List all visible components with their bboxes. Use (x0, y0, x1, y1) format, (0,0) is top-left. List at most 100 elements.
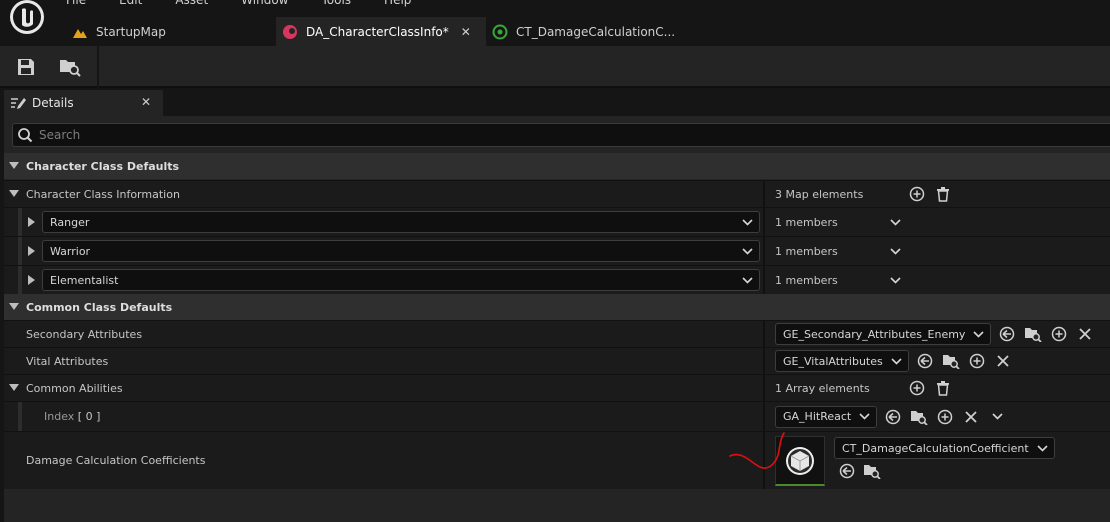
map-key-label: Warrior (50, 244, 91, 258)
menu-window[interactable]: Window (241, 0, 288, 8)
menu-asset[interactable]: Asset (175, 0, 208, 8)
indent-guide (18, 402, 22, 431)
use-selected-arrow-icon (917, 353, 932, 369)
category-character-class-defaults[interactable]: Character Class Defaults (4, 153, 1110, 179)
add-element-button[interactable] (907, 184, 927, 204)
document-tabs: StartupMap DA_CharacterClassInfo* ✕ CT_D… (66, 17, 686, 46)
clear-button[interactable] (961, 407, 981, 427)
property-common-abilities: Common Abilities 1 Array elements (4, 374, 1110, 401)
property-value: 3 Map elements (775, 184, 953, 204)
browse-folder-icon (1025, 328, 1043, 342)
column-divider (763, 402, 765, 431)
clear-elements-button[interactable] (933, 378, 953, 398)
asset-picker-combo[interactable]: CT_DamageCalculationCoefficient (834, 437, 1055, 459)
chevron-down-icon (973, 330, 985, 338)
property-value: GA_HitReact (775, 405, 1007, 428)
class-picker-combo[interactable]: GE_VitalAttributes (775, 350, 909, 372)
column-divider (763, 375, 765, 401)
map-key-label: Ranger (50, 215, 90, 229)
toolbar-separator (97, 46, 99, 88)
expand-members-button[interactable] (885, 241, 905, 261)
property-value: 1 members (775, 241, 905, 261)
element-options-button[interactable] (987, 407, 1007, 427)
tab-label: DA_CharacterClassInfo* (306, 24, 449, 39)
add-button[interactable] (967, 351, 987, 371)
map-key-combo[interactable]: Warrior (42, 240, 760, 262)
cube-icon (786, 446, 814, 475)
use-selected-arrow-icon (1000, 326, 1015, 342)
array-element-count: 1 Array elements (775, 381, 870, 395)
members-count: 1 members (775, 273, 838, 287)
asset-picker-label: CT_DamageCalculationCoefficient (842, 441, 1029, 455)
chevron-down-icon[interactable] (9, 188, 19, 201)
menu-file[interactable]: File (66, 0, 86, 8)
clear-button[interactable] (1075, 324, 1095, 344)
class-picker-combo[interactable]: GE_Secondary_Attributes_Enemy (775, 323, 992, 345)
plus-circle-icon (1052, 326, 1067, 342)
column-divider (763, 237, 765, 265)
use-selected-button[interactable] (997, 324, 1017, 344)
add-button[interactable] (935, 407, 955, 427)
browse-button[interactable] (909, 407, 929, 427)
class-picker-combo[interactable]: GA_HitReact (775, 405, 878, 428)
chevron-down-icon[interactable] (9, 382, 19, 395)
use-selected-arrow-icon (885, 409, 901, 424)
array-entry-index-0: Index [ 0 ] GA_HitReact (4, 401, 1110, 431)
browse-to-asset-button[interactable] (57, 55, 83, 79)
asset-thumbnail[interactable] (775, 436, 825, 486)
map-key-combo[interactable]: Elementalist (42, 269, 760, 291)
property-label: Vital Attributes (26, 354, 109, 368)
index-number: [ 0 ] (77, 410, 101, 423)
category-label: Character Class Defaults (26, 159, 180, 173)
expand-members-button[interactable] (885, 212, 905, 232)
tab-ct-damagecalculation[interactable]: CT_DamageCalculationC... (486, 17, 686, 46)
map-entry-elementalist: Elementalist 1 members (4, 265, 1110, 294)
property-label: Secondary Attributes (26, 327, 143, 341)
search-icon (18, 128, 33, 143)
browse-button[interactable] (1023, 324, 1043, 344)
menu-edit[interactable]: Edit (119, 0, 142, 8)
category-common-class-defaults[interactable]: Common Class Defaults (4, 294, 1110, 320)
chevron-right-icon[interactable] (25, 217, 37, 227)
add-element-button[interactable] (907, 378, 927, 398)
browse-button[interactable] (941, 351, 961, 371)
map-key-combo[interactable]: Ranger (42, 211, 760, 233)
expand-members-button[interactable] (885, 270, 905, 290)
asset-toolbar (0, 46, 1110, 88)
unreal-logo-icon[interactable] (7, 0, 47, 40)
use-selected-button[interactable] (883, 407, 903, 427)
members-count: 1 members (775, 244, 838, 258)
category-label: Common Class Defaults (26, 300, 173, 314)
title-bar: File Edit Asset Window Tools Help Startu… (0, 0, 1110, 46)
close-icon[interactable]: ✕ (461, 25, 471, 39)
property-damage-calculation-coefficients: Damage Calculation Coefficients CT_Damag… (4, 431, 1110, 489)
clear-button[interactable] (993, 351, 1013, 371)
use-selected-button[interactable] (837, 461, 857, 481)
details-tab-bar: Details ✕ (0, 90, 1110, 116)
class-picker-label: GA_HitReact (783, 410, 852, 423)
tab-da-characterclassinfo[interactable]: DA_CharacterClassInfo* ✕ (276, 17, 486, 46)
use-selected-button[interactable] (915, 351, 935, 371)
search-input[interactable] (39, 128, 1039, 142)
chevron-right-icon[interactable] (25, 246, 37, 256)
add-button[interactable] (1049, 324, 1069, 344)
map-key-label: Elementalist (50, 273, 119, 287)
use-selected-arrow-icon (839, 463, 855, 479)
details-tab[interactable]: Details ✕ (4, 90, 163, 116)
close-icon[interactable]: ✕ (141, 95, 151, 109)
chevron-down-icon (859, 413, 870, 420)
menu-help[interactable]: Help (384, 0, 411, 8)
map-entry-ranger: Ranger 1 members (4, 207, 1110, 236)
chevron-right-icon[interactable] (25, 275, 37, 285)
save-button[interactable] (13, 55, 39, 79)
curve-table-icon (492, 24, 508, 40)
tab-startupmap[interactable]: StartupMap (66, 17, 276, 46)
clear-elements-button[interactable] (933, 184, 953, 204)
browse-button[interactable] (862, 461, 882, 481)
plus-circle-icon (909, 186, 925, 202)
property-character-class-information: Character Class Information 3 Map elemen… (4, 180, 1110, 207)
property-value: GE_Secondary_Attributes_Enemy (775, 323, 1095, 345)
menu-tools[interactable]: Tools (321, 0, 351, 8)
class-picker-label: GE_VitalAttributes (783, 354, 883, 368)
search-box[interactable] (12, 123, 1110, 147)
